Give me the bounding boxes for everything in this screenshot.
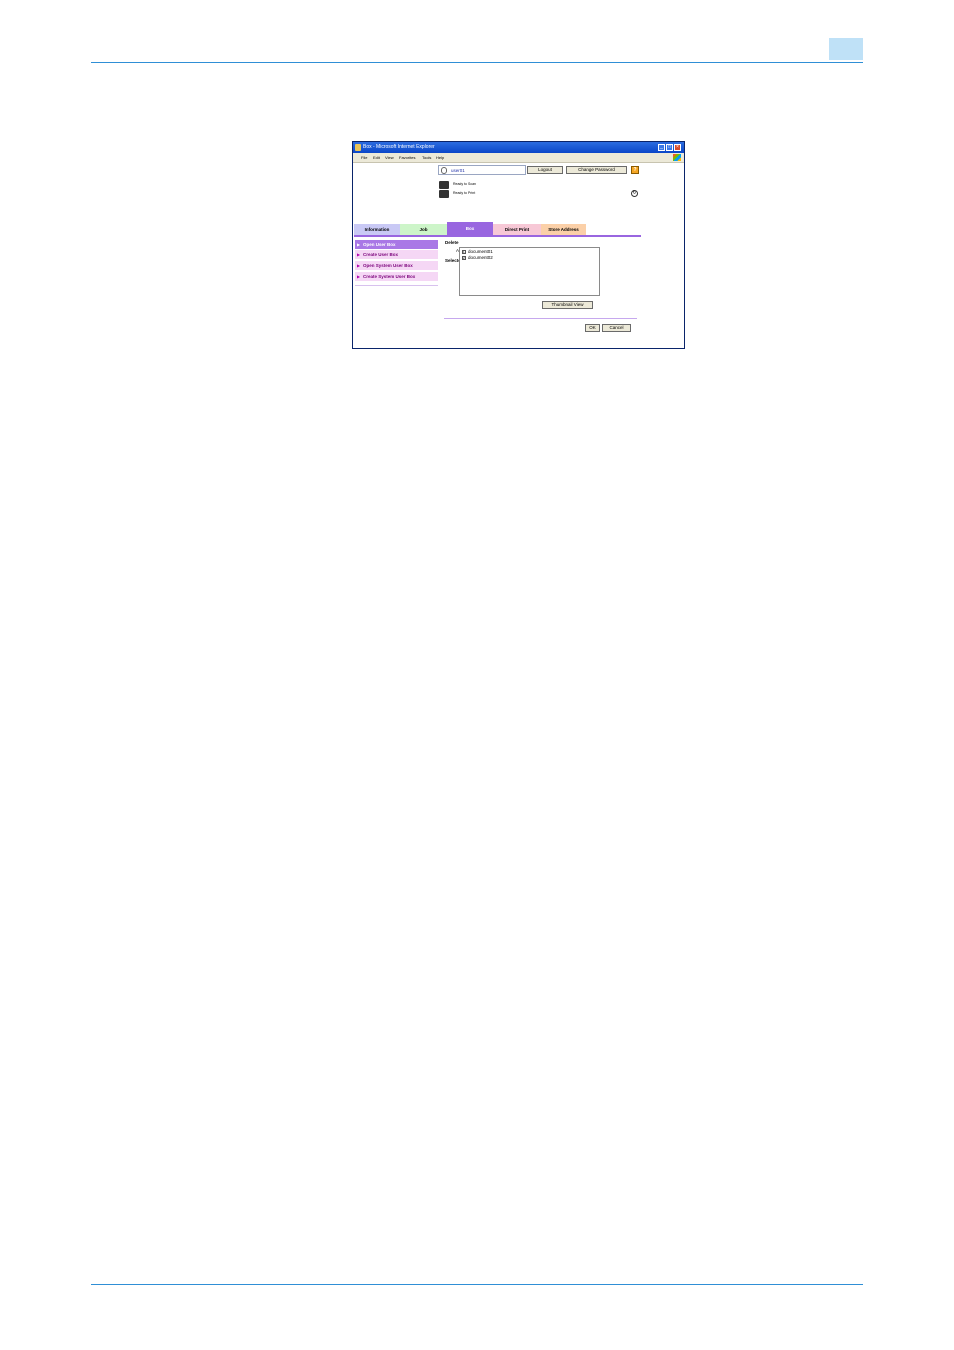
scanner-icon <box>439 181 449 189</box>
arrow-right-icon: ▶ <box>357 252 361 257</box>
tab-store-address[interactable]: Store Address <box>541 224 586 235</box>
sidebar-item-label: Create System User Box <box>363 274 416 279</box>
arrow-right-icon: ▶ <box>357 274 361 279</box>
tab-box-label: Box <box>465 226 475 231</box>
tab-information-label: Information <box>364 227 390 232</box>
scanner-status: Ready to Scan <box>453 182 476 186</box>
content-divider <box>444 318 637 319</box>
sidebar-item-open-user-box[interactable]: ▶ Open User Box <box>355 240 438 249</box>
change-password-button[interactable]: Change Password <box>566 166 627 174</box>
sidebar-item-label: Open System User Box <box>363 263 413 268</box>
arrow-right-icon: ▶ <box>357 263 361 268</box>
arrow-right-icon: ▶ <box>357 242 361 247</box>
menu-tools[interactable]: Tools <box>422 153 431 162</box>
user-icon <box>441 167 447 174</box>
help-icon[interactable]: ? <box>631 166 639 174</box>
tab-direct-print-label: Direct Print <box>504 227 530 232</box>
file-index: 1 <box>462 250 466 254</box>
tab-direct-print[interactable]: Direct Print <box>493 224 541 235</box>
selected-file-list[interactable]: 1 document01 2 document02 <box>459 247 600 296</box>
sidebar-item-label: Create User Box <box>363 252 399 257</box>
logout-button[interactable]: Logout <box>527 166 563 174</box>
tab-box[interactable]: Box <box>447 222 493 235</box>
window-title: Box - Microsoft Internet Explorer <box>363 144 435 150</box>
user-name: user01 <box>451 168 465 173</box>
page-header-rule <box>91 62 863 63</box>
menu-edit[interactable]: Edit <box>373 153 380 162</box>
chapter-tab <box>829 38 863 60</box>
file-name: document02 <box>468 255 493 260</box>
tab-information[interactable]: Information <box>354 224 400 235</box>
tab-job[interactable]: Job <box>400 224 447 235</box>
sidebar-item-create-user-box[interactable]: ▶ Create User Box <box>355 250 438 259</box>
user-area: user01 <box>438 165 526 175</box>
sidebar-divider <box>355 285 438 286</box>
refresh-icon[interactable]: ↻ <box>631 190 638 197</box>
delete-heading: Delete <box>445 240 459 245</box>
browser-window: Box - Microsoft Internet Explorer _ □ × … <box>352 141 685 349</box>
tab-store-address-label: Store Address <box>548 227 579 232</box>
menu-file[interactable]: File <box>361 153 367 162</box>
thumbnail-view-button[interactable]: Thumbnail View <box>542 301 593 309</box>
printer-icon <box>439 190 449 198</box>
maximize-button[interactable]: □ <box>666 144 673 151</box>
menu-bar: File Edit View Favorites Tools Help <box>353 153 684 163</box>
tab-underline <box>354 235 641 237</box>
ok-button[interactable]: OK <box>585 324 600 332</box>
sidebar-item-open-system-user-box[interactable]: ▶ Open System User Box <box>355 261 438 270</box>
menu-favorites[interactable]: Favorites <box>399 153 415 162</box>
ie-icon <box>355 144 361 151</box>
sidebar-item-label: Open User Box <box>363 242 396 247</box>
printer-status: Ready to Print <box>453 191 476 195</box>
close-button[interactable]: × <box>674 144 681 151</box>
sidebar-item-create-system-user-box[interactable]: ▶ Create System User Box <box>355 272 438 281</box>
page-content: user01 Logout Change Password ? Ready to… <box>353 163 684 348</box>
title-bar: Box - Microsoft Internet Explorer _ □ × <box>353 142 684 153</box>
file-index: 2 <box>462 256 466 260</box>
menu-help[interactable]: Help <box>436 153 444 162</box>
tab-job-label: Job <box>419 227 428 232</box>
menu-view[interactable]: View <box>385 153 394 162</box>
windows-logo-icon <box>673 154 681 161</box>
minimize-button[interactable]: _ <box>658 144 665 151</box>
page-footer-rule <box>91 1284 863 1285</box>
cancel-button[interactable]: Cancel <box>602 324 631 332</box>
